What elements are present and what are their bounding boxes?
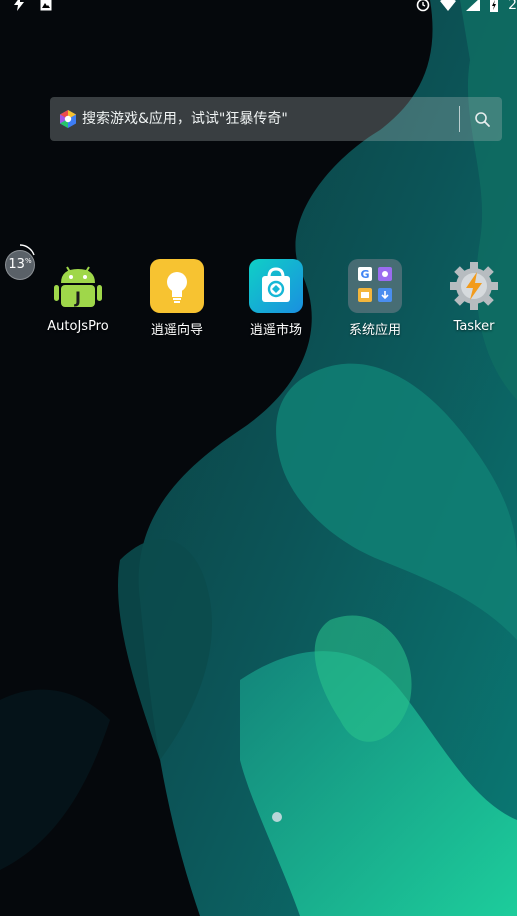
status-clock: 2 (508, 0, 517, 13)
svg-text:J: J (74, 288, 81, 307)
signal-icon (466, 0, 481, 11)
image-icon (40, 0, 52, 11)
app-label: 逍遥市场 (249, 323, 302, 338)
app-system-folder[interactable]: G 系统应用 (325, 259, 425, 338)
page-indicator-dot (272, 812, 282, 822)
search-input[interactable]: 搜索游戏&应用，试试"狂暴传奇" (82, 109, 288, 129)
app-market[interactable]: 逍遥市场 (226, 259, 326, 338)
svg-text:G: G (360, 268, 369, 281)
search-bar[interactable]: 搜索游戏&应用，试试"狂暴传奇" (50, 97, 502, 141)
app-tasker[interactable]: Tasker (424, 259, 517, 334)
app-label: AutoJsPro (47, 319, 109, 334)
status-bar: 2 (0, 0, 517, 13)
battery-charging-icon (490, 0, 499, 12)
app-label: Tasker (453, 319, 495, 334)
android-j-icon: J (51, 259, 105, 313)
app-autojspro[interactable]: J AutoJsPro (28, 259, 128, 334)
wifi-icon (440, 0, 457, 11)
app-guide[interactable]: 逍遥向导 (127, 259, 227, 338)
flash-icon (14, 0, 24, 11)
app-label: 系统应用 (348, 323, 401, 338)
lightning-gear-icon (447, 259, 501, 313)
search-divider (459, 106, 460, 132)
app-label: 逍遥向导 (150, 323, 203, 338)
lightbulb-icon (150, 259, 204, 313)
alarm-icon (416, 0, 430, 12)
app-store-logo-icon (60, 110, 76, 128)
search-icon[interactable] (470, 107, 494, 131)
memory-value: 13 (8, 257, 25, 272)
folder-icon: G (348, 259, 402, 313)
shopping-bag-icon (249, 259, 303, 313)
